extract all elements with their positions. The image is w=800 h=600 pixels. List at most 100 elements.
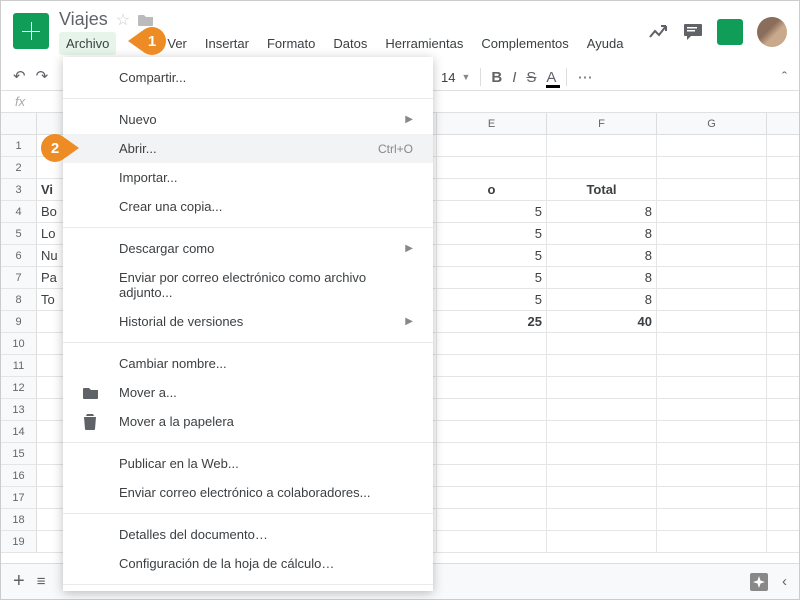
collapse-toolbar-icon[interactable]: ˆ (782, 69, 787, 86)
menu-papelera[interactable]: Mover a la papelera (63, 407, 433, 436)
menu-herramientas[interactable]: Herramientas (378, 32, 470, 55)
cell[interactable]: 5 (437, 201, 547, 222)
row-header[interactable]: 12 (1, 377, 37, 398)
cell[interactable] (657, 377, 767, 398)
cell[interactable] (547, 465, 657, 486)
cell[interactable] (657, 201, 767, 222)
menu-importar[interactable]: Importar... (63, 163, 433, 192)
text-color-icon[interactable]: A (546, 69, 556, 86)
cell[interactable] (547, 487, 657, 508)
menu-cambiar-nombre[interactable]: Cambiar nombre... (63, 349, 433, 378)
row-header[interactable]: 19 (1, 531, 37, 552)
chevron-left-icon[interactable]: ‹ (782, 573, 787, 590)
all-sheets-icon[interactable]: ≡ (37, 573, 46, 590)
row-header[interactable]: 5 (1, 223, 37, 244)
menu-abrir[interactable]: Abrir...Ctrl+O (63, 134, 433, 163)
cell[interactable] (547, 509, 657, 530)
cell[interactable] (437, 135, 547, 156)
cell[interactable] (657, 267, 767, 288)
trend-icon[interactable] (649, 25, 669, 39)
row-header[interactable]: 14 (1, 421, 37, 442)
row-header[interactable]: 10 (1, 333, 37, 354)
menu-descargar[interactable]: Descargar como▶ (63, 234, 433, 263)
sheets-logo[interactable] (13, 13, 49, 49)
cell[interactable] (547, 399, 657, 420)
cell[interactable] (437, 465, 547, 486)
menu-crear-copia[interactable]: Crear una copia... (63, 192, 433, 221)
menu-datos[interactable]: Datos (326, 32, 374, 55)
italic-icon[interactable]: I (512, 69, 516, 86)
cell[interactable] (437, 355, 547, 376)
cell[interactable] (437, 443, 547, 464)
menu-formato[interactable]: Formato (260, 32, 322, 55)
menu-ayuda[interactable]: Ayuda (580, 32, 631, 55)
cell[interactable] (657, 421, 767, 442)
menu-enviar-adjunto[interactable]: Enviar por correo electrónico como archi… (63, 263, 433, 307)
cell[interactable]: Total (547, 179, 657, 200)
font-size[interactable]: 14▼ (441, 70, 470, 85)
cell[interactable] (657, 157, 767, 178)
cell[interactable] (547, 377, 657, 398)
cell[interactable] (437, 421, 547, 442)
add-sheet-icon[interactable]: + (13, 570, 25, 593)
menu-publicar[interactable]: Publicar en la Web... (63, 449, 433, 478)
col-header[interactable]: G (657, 113, 767, 134)
cell[interactable] (547, 421, 657, 442)
cell[interactable] (657, 465, 767, 486)
cell[interactable] (657, 179, 767, 200)
strikethrough-icon[interactable]: S (526, 69, 536, 86)
cell[interactable]: 8 (547, 201, 657, 222)
cell[interactable] (657, 487, 767, 508)
cell[interactable] (657, 135, 767, 156)
cell[interactable]: 8 (547, 267, 657, 288)
cell[interactable] (657, 509, 767, 530)
cell[interactable] (547, 333, 657, 354)
share-button[interactable] (717, 19, 743, 45)
undo-icon[interactable]: ↶ (13, 67, 26, 85)
cell[interactable] (437, 399, 547, 420)
row-header[interactable]: 16 (1, 465, 37, 486)
cell[interactable]: 8 (547, 223, 657, 244)
cell[interactable] (547, 135, 657, 156)
explore-icon[interactable] (750, 573, 768, 591)
bold-icon[interactable]: B (491, 69, 502, 86)
cell[interactable]: 5 (437, 289, 547, 310)
row-header[interactable]: 15 (1, 443, 37, 464)
cell[interactable] (437, 157, 547, 178)
menu-nuevo[interactable]: Nuevo▶ (63, 105, 433, 134)
row-header[interactable]: 1 (1, 135, 37, 156)
menu-detalles[interactable]: Detalles del documento… (63, 520, 433, 549)
menu-compartir[interactable]: Compartir... (63, 63, 433, 92)
menu-archivo[interactable]: Archivo (59, 32, 116, 55)
comment-icon[interactable] (683, 23, 703, 41)
cell[interactable] (657, 443, 767, 464)
cell[interactable] (657, 531, 767, 552)
menu-insertar[interactable]: Insertar (198, 32, 256, 55)
row-header[interactable]: 11 (1, 355, 37, 376)
cell[interactable]: o (437, 179, 547, 200)
avatar[interactable] (757, 17, 787, 47)
menu-config[interactable]: Configuración de la hoja de cálculo… (63, 549, 433, 578)
cell[interactable]: 5 (437, 267, 547, 288)
cell[interactable] (657, 399, 767, 420)
cell[interactable] (657, 289, 767, 310)
row-header[interactable]: 13 (1, 399, 37, 420)
menu-mover-a[interactable]: Mover a... (63, 378, 433, 407)
cell[interactable] (437, 333, 547, 354)
cell[interactable]: 25 (437, 311, 547, 332)
cell[interactable] (657, 355, 767, 376)
cell[interactable] (547, 531, 657, 552)
menu-complementos[interactable]: Complementos (474, 32, 575, 55)
select-all-corner[interactable] (1, 113, 37, 134)
cell[interactable] (657, 245, 767, 266)
menu-historial[interactable]: Historial de versiones▶ (63, 307, 433, 336)
cell[interactable] (547, 443, 657, 464)
row-header[interactable]: 17 (1, 487, 37, 508)
cell[interactable] (547, 157, 657, 178)
cell[interactable]: 8 (547, 245, 657, 266)
folder-icon[interactable] (138, 13, 154, 27)
row-header[interactable]: 4 (1, 201, 37, 222)
cell[interactable] (657, 333, 767, 354)
cell[interactable] (437, 509, 547, 530)
cell[interactable]: 5 (437, 223, 547, 244)
